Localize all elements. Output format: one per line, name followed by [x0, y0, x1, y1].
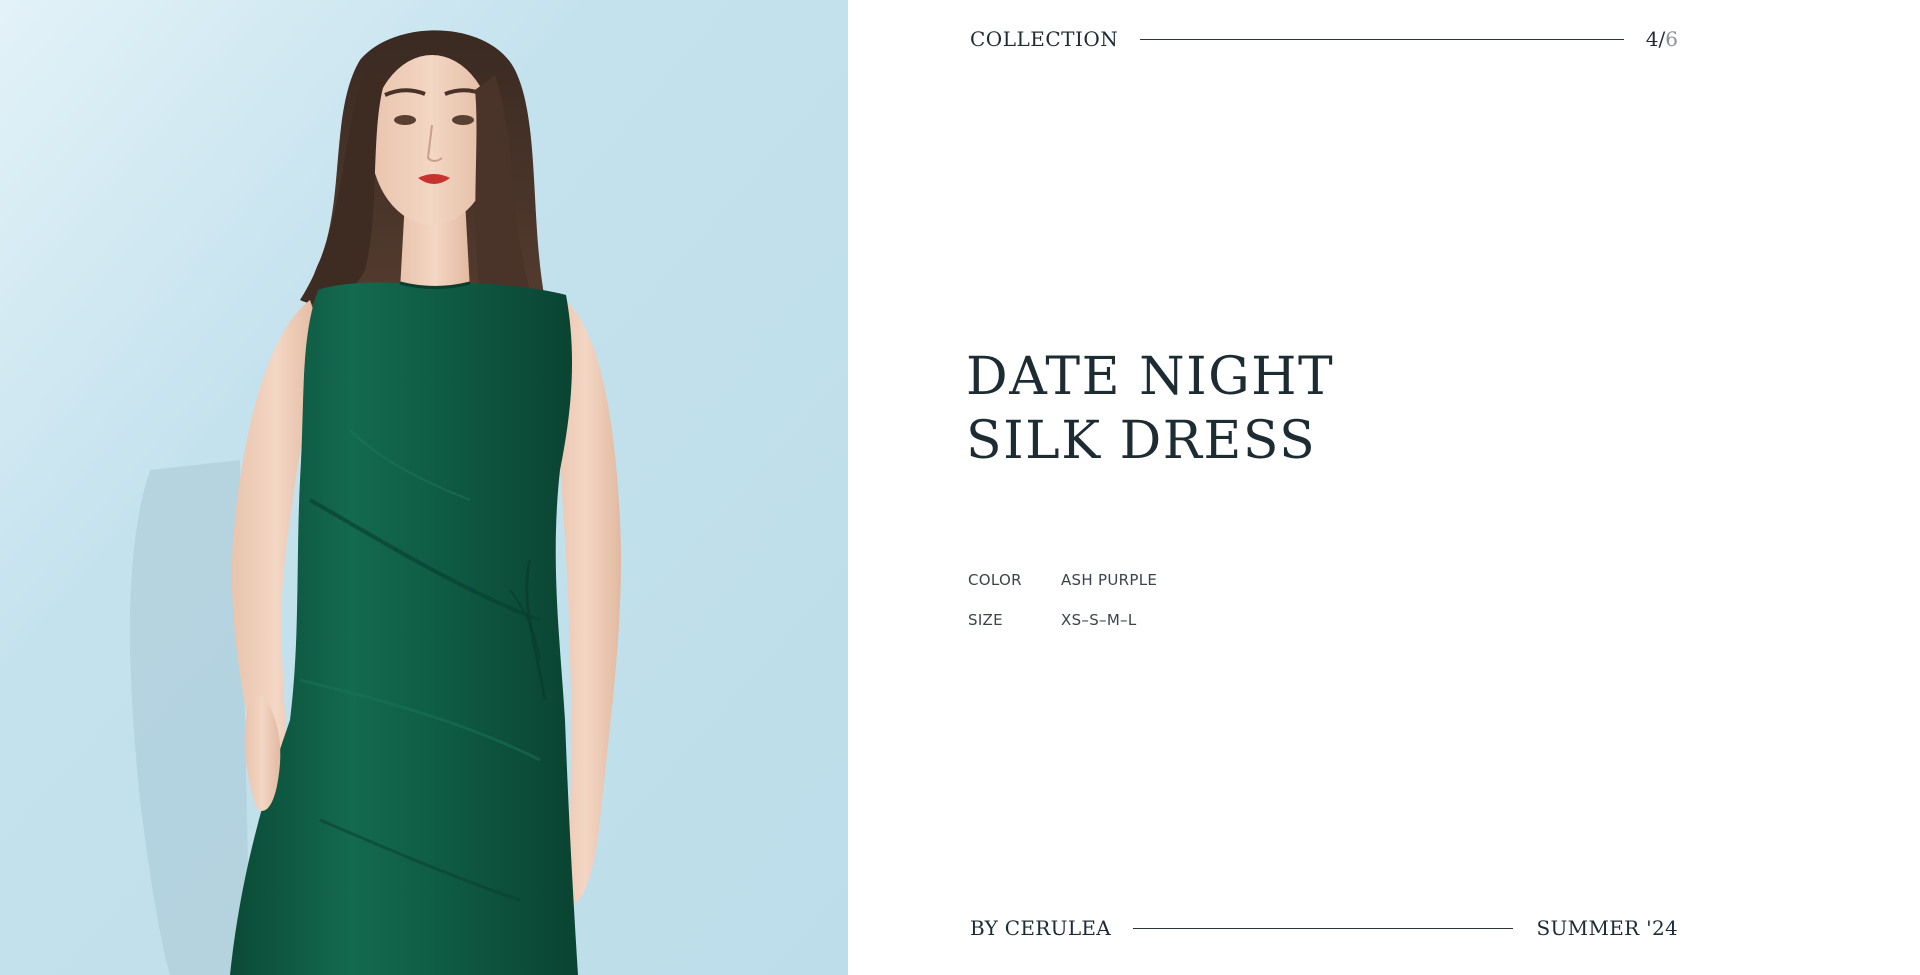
- spec-row-color: COLOR ASH PURPLE: [968, 560, 1157, 600]
- product-photo: [0, 0, 848, 975]
- page-indicator: 4/6: [1646, 27, 1678, 51]
- footer-divider: [1133, 927, 1513, 929]
- lookbook-page: COLLECTION 4/6 DATE NIGHT SILK DRESS COL…: [0, 0, 1920, 975]
- collection-label: COLLECTION: [970, 27, 1119, 51]
- season-label: SUMMER '24: [1536, 916, 1678, 940]
- product-title-line-1: DATE NIGHT: [966, 347, 1335, 407]
- spec-row-size: SIZE XS–S–M–L: [968, 600, 1157, 640]
- header-bar: COLLECTION 4/6: [970, 24, 1678, 54]
- page-total: 6: [1665, 27, 1678, 51]
- spec-size-value: XS–S–M–L: [1061, 611, 1137, 629]
- product-specs: COLOR ASH PURPLE SIZE XS–S–M–L: [968, 560, 1157, 640]
- spec-color-label: COLOR: [968, 571, 1022, 589]
- header-divider: [1140, 38, 1624, 40]
- brand-label: BY CERULEA: [970, 916, 1112, 940]
- spec-color-value: ASH PURPLE: [1061, 571, 1158, 589]
- product-title: DATE NIGHT SILK DRESS: [966, 345, 1334, 473]
- product-info-panel: COLLECTION 4/6 DATE NIGHT SILK DRESS COL…: [848, 0, 1920, 975]
- spec-size-label: SIZE: [968, 611, 1003, 629]
- footer-bar: BY CERULEA SUMMER '24: [970, 913, 1678, 943]
- page-current: 4: [1645, 27, 1659, 51]
- product-title-line-2: SILK DRESS: [966, 411, 1317, 471]
